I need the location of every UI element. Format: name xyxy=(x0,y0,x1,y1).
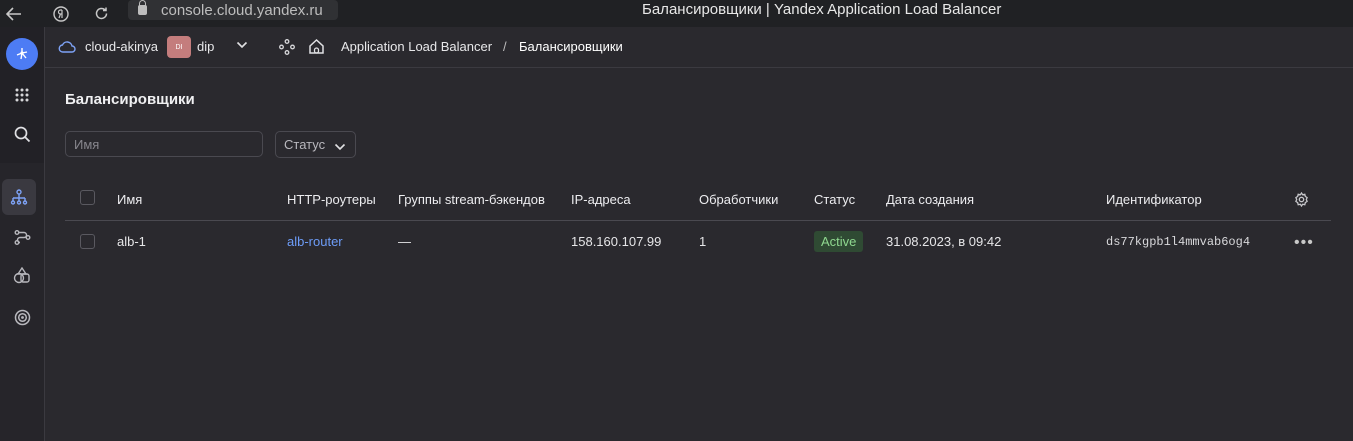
cell-http-router-link[interactable]: alb-router xyxy=(287,234,343,249)
cell-stream-groups: — xyxy=(398,234,411,249)
status-filter-label: Статус xyxy=(284,137,326,152)
top-header: cloud-akinya DI dip Application Load Bal… xyxy=(45,27,1353,68)
row-actions-menu-icon[interactable]: ••• xyxy=(1294,234,1314,252)
back-icon[interactable] xyxy=(0,0,28,27)
target-icon[interactable] xyxy=(0,299,44,335)
table-header-divider xyxy=(65,220,1331,221)
app-logo-button[interactable] xyxy=(0,36,44,72)
service-nodes-icon[interactable] xyxy=(279,39,295,58)
breadcrumb-separator: / xyxy=(503,39,507,54)
lock-icon xyxy=(138,0,147,15)
browser-toolbar: console.cloud.yandex.ru Балансировщики |… xyxy=(0,0,1353,27)
cloud-selector[interactable]: cloud-akinya xyxy=(85,39,158,54)
column-header-stream-groups[interactable]: Группы stream-бэкендов xyxy=(398,192,545,207)
cell-created: 31.08.2023, в 09:42 xyxy=(886,234,1002,249)
select-all-checkbox[interactable] xyxy=(80,190,95,205)
left-rail xyxy=(0,27,45,441)
column-header-id[interactable]: Идентификатор xyxy=(1106,192,1202,207)
chevron-down-icon[interactable] xyxy=(236,37,248,56)
shapes-icon[interactable] xyxy=(0,257,44,293)
app-logo-icon xyxy=(6,38,38,70)
routes-icon[interactable] xyxy=(0,219,44,255)
search-icon[interactable] xyxy=(0,116,44,152)
name-filter-input[interactable] xyxy=(65,131,263,157)
cell-ip: 158.160.107.99 xyxy=(571,234,662,249)
status-filter-select[interactable]: Статус xyxy=(275,131,356,158)
column-header-name[interactable]: Имя xyxy=(117,192,142,207)
reload-icon[interactable] xyxy=(87,0,115,27)
column-header-listeners[interactable]: Обработчики xyxy=(699,192,778,207)
cell-name[interactable]: alb-1 xyxy=(117,234,146,249)
status-badge: Active xyxy=(814,231,864,252)
page-title: Балансировщики xyxy=(65,91,195,108)
cell-id: ds77kgpb1l4mmvab6og4 xyxy=(1106,235,1251,249)
folder-selector[interactable]: dip xyxy=(197,39,214,54)
home-icon[interactable] xyxy=(308,38,325,58)
address-bar[interactable]: console.cloud.yandex.ru xyxy=(128,0,338,20)
gear-icon[interactable] xyxy=(1294,191,1309,210)
column-header-created[interactable]: Дата создания xyxy=(886,192,974,207)
column-header-status[interactable]: Статус xyxy=(814,192,855,207)
services-grid-icon[interactable] xyxy=(0,77,44,113)
cloud-icon xyxy=(58,40,76,56)
folder-avatar: DI xyxy=(167,36,191,58)
cell-listeners: 1 xyxy=(699,234,707,249)
column-header-ip[interactable]: IP-адреса xyxy=(571,192,631,207)
breadcrumb-current: Балансировщики xyxy=(519,39,623,54)
url-text: console.cloud.yandex.ru xyxy=(161,1,323,19)
row-checkbox[interactable] xyxy=(80,234,95,249)
chevron-down-icon xyxy=(334,140,346,155)
breadcrumb-service[interactable]: Application Load Balancer xyxy=(341,39,492,54)
column-header-http-routers[interactable]: HTTP-роутеры xyxy=(287,192,376,207)
yandex-icon[interactable] xyxy=(47,0,75,27)
window-title: Балансировщики | Yandex Application Load… xyxy=(642,1,1002,18)
balancer-icon[interactable] xyxy=(2,179,36,215)
